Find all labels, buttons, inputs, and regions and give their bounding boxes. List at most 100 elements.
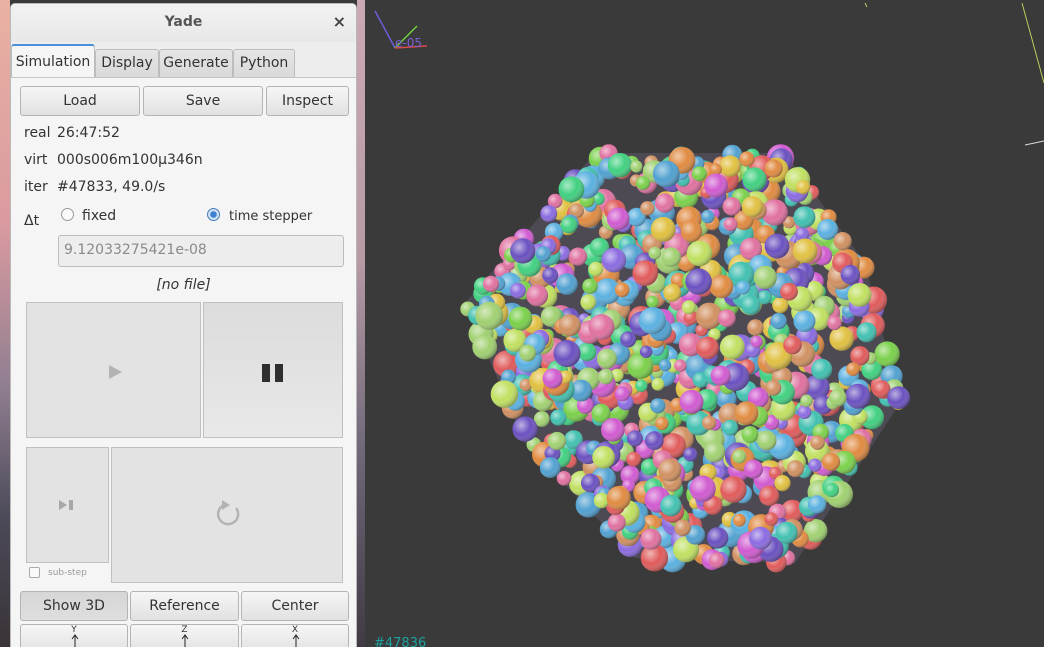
particle-sphere-shading — [736, 280, 751, 295]
reference-button[interactable]: Reference — [130, 591, 239, 621]
view-z-axis-button[interactable]: Z — [130, 624, 239, 647]
particle-sphere-shading — [797, 405, 812, 419]
particle-sphere-shading — [764, 512, 778, 526]
particle-sphere-shading — [510, 238, 536, 264]
particle-sphere-shading — [701, 209, 715, 224]
particle-sphere-shading — [620, 331, 637, 348]
fixed-radio-label[interactable]: fixed — [82, 208, 116, 224]
particle-sphere-shading — [659, 359, 672, 372]
particle-sphere-shading — [626, 451, 641, 467]
particle-sphere-shading — [654, 193, 675, 213]
tab-python[interactable]: Python — [233, 49, 295, 77]
particle-sphere-shading — [680, 220, 703, 242]
title-bar[interactable]: Yade × — [11, 4, 356, 42]
particle-sphere-shading — [553, 340, 581, 367]
particle-sphere-shading — [510, 282, 526, 299]
particle-sphere-shading — [783, 335, 802, 355]
particle-sphere-shading — [829, 389, 847, 407]
particle-sphere-shading — [747, 319, 764, 336]
particle-sphere-shading — [750, 335, 763, 348]
particle-sphere-shading — [829, 326, 854, 351]
inspect-button[interactable]: Inspect — [266, 86, 349, 116]
scene-line — [864, 3, 868, 8]
particle-sphere-shading — [539, 457, 561, 478]
particle-sphere-shading — [601, 247, 627, 273]
particle-sphere-shading — [704, 173, 728, 198]
particle-sphere-shading — [512, 416, 538, 442]
arrow-up-icon — [71, 634, 79, 647]
particle-sphere-shading — [821, 452, 841, 471]
yade-controller-window: Yade × Simulation Display Generate Pytho… — [10, 3, 357, 647]
iteration-overlay: #47836 — [374, 636, 426, 647]
particle-sphere-shading — [765, 379, 782, 396]
particle-sphere-shading — [490, 380, 519, 408]
particle-sphere-shading — [582, 278, 598, 294]
fixed-radio[interactable] — [61, 208, 74, 221]
particle-sphere-shading — [588, 314, 615, 340]
particle-sphere-shading — [607, 153, 633, 178]
particle-sphere-shading — [658, 458, 682, 482]
window-title: Yade — [164, 14, 203, 30]
particle-sphere-shading — [757, 430, 777, 451]
particle-sphere-shading — [601, 418, 625, 442]
particle-sphere-shading — [732, 449, 747, 464]
reload-icon — [216, 500, 240, 526]
real-time-label: real — [24, 125, 51, 141]
particle-sphere-shading — [780, 282, 798, 301]
particle-sphere-shading — [646, 295, 659, 308]
arrow-up-icon — [181, 634, 189, 647]
particle-sphere-shading — [723, 217, 738, 232]
tab-display[interactable]: Display — [95, 49, 159, 77]
particle-sphere-shading — [800, 394, 813, 407]
substep-label: sub-step — [48, 568, 87, 578]
3d-viewport[interactable]: e-05 #47836 — [365, 3, 1044, 647]
timestep-label: Δt — [24, 213, 40, 229]
particle-sphere-shading — [640, 201, 655, 216]
timestep-field[interactable]: 9.12033275421e-08 — [58, 235, 344, 267]
particle-sphere-shading — [719, 155, 741, 177]
particle-sphere-shading — [655, 416, 669, 431]
substep-checkbox[interactable] — [29, 567, 40, 578]
particle-sphere-shading — [674, 359, 687, 372]
pause-button[interactable] — [203, 302, 343, 438]
time-stepper-radio-label[interactable]: time stepper — [229, 209, 312, 224]
tab-generate[interactable]: Generate — [159, 49, 233, 77]
virtual-time-value: 000s006m100μ346n — [57, 152, 203, 168]
particle-sphere-shading — [598, 368, 614, 385]
particle-sphere-shading — [542, 267, 559, 284]
particle-sphere-shading — [519, 344, 536, 362]
particle-sphere-shading — [606, 207, 630, 230]
particle-sphere-shading — [683, 447, 698, 462]
particle-sphere-shading — [709, 274, 734, 299]
play-button[interactable] — [26, 302, 201, 438]
particle-sphere-shading — [475, 301, 504, 330]
close-icon[interactable]: × — [333, 12, 346, 31]
save-button[interactable]: Save — [143, 86, 263, 116]
particle-sphere-shading — [685, 268, 712, 295]
center-button[interactable]: Center — [241, 591, 349, 621]
particle-sphere-shading — [759, 485, 780, 506]
step-button[interactable] — [26, 447, 109, 563]
particle-sphere-shading — [808, 458, 822, 472]
view-x-axis-button[interactable]: X — [241, 624, 349, 647]
3d-scene: e-05 #47836 — [374, 3, 1044, 647]
particle-sphere-shading — [770, 312, 787, 330]
load-button[interactable]: Load — [20, 86, 140, 116]
view-y-axis-button[interactable]: Y — [20, 624, 128, 647]
particle-sphere-shading — [733, 513, 746, 527]
reload-button[interactable] — [111, 447, 343, 583]
particle-sphere-shading — [874, 341, 900, 367]
particle-sphere-shading — [648, 246, 661, 260]
particle-sphere-shading — [558, 314, 581, 337]
time-stepper-radio[interactable] — [207, 208, 220, 221]
particle-sphere-shading — [577, 342, 597, 362]
particle-sphere-shading — [660, 494, 682, 517]
particle-sphere-shading — [639, 345, 653, 358]
particle-sphere-shading — [810, 435, 825, 450]
particle-sphere-shading — [650, 216, 676, 242]
particle-sphere-shading — [638, 307, 666, 335]
tab-simulation[interactable]: Simulation — [11, 44, 95, 78]
particle-sphere-shading — [796, 180, 811, 195]
particle-sphere-shading — [626, 430, 643, 447]
show-3d-button[interactable]: Show 3D — [20, 591, 128, 621]
